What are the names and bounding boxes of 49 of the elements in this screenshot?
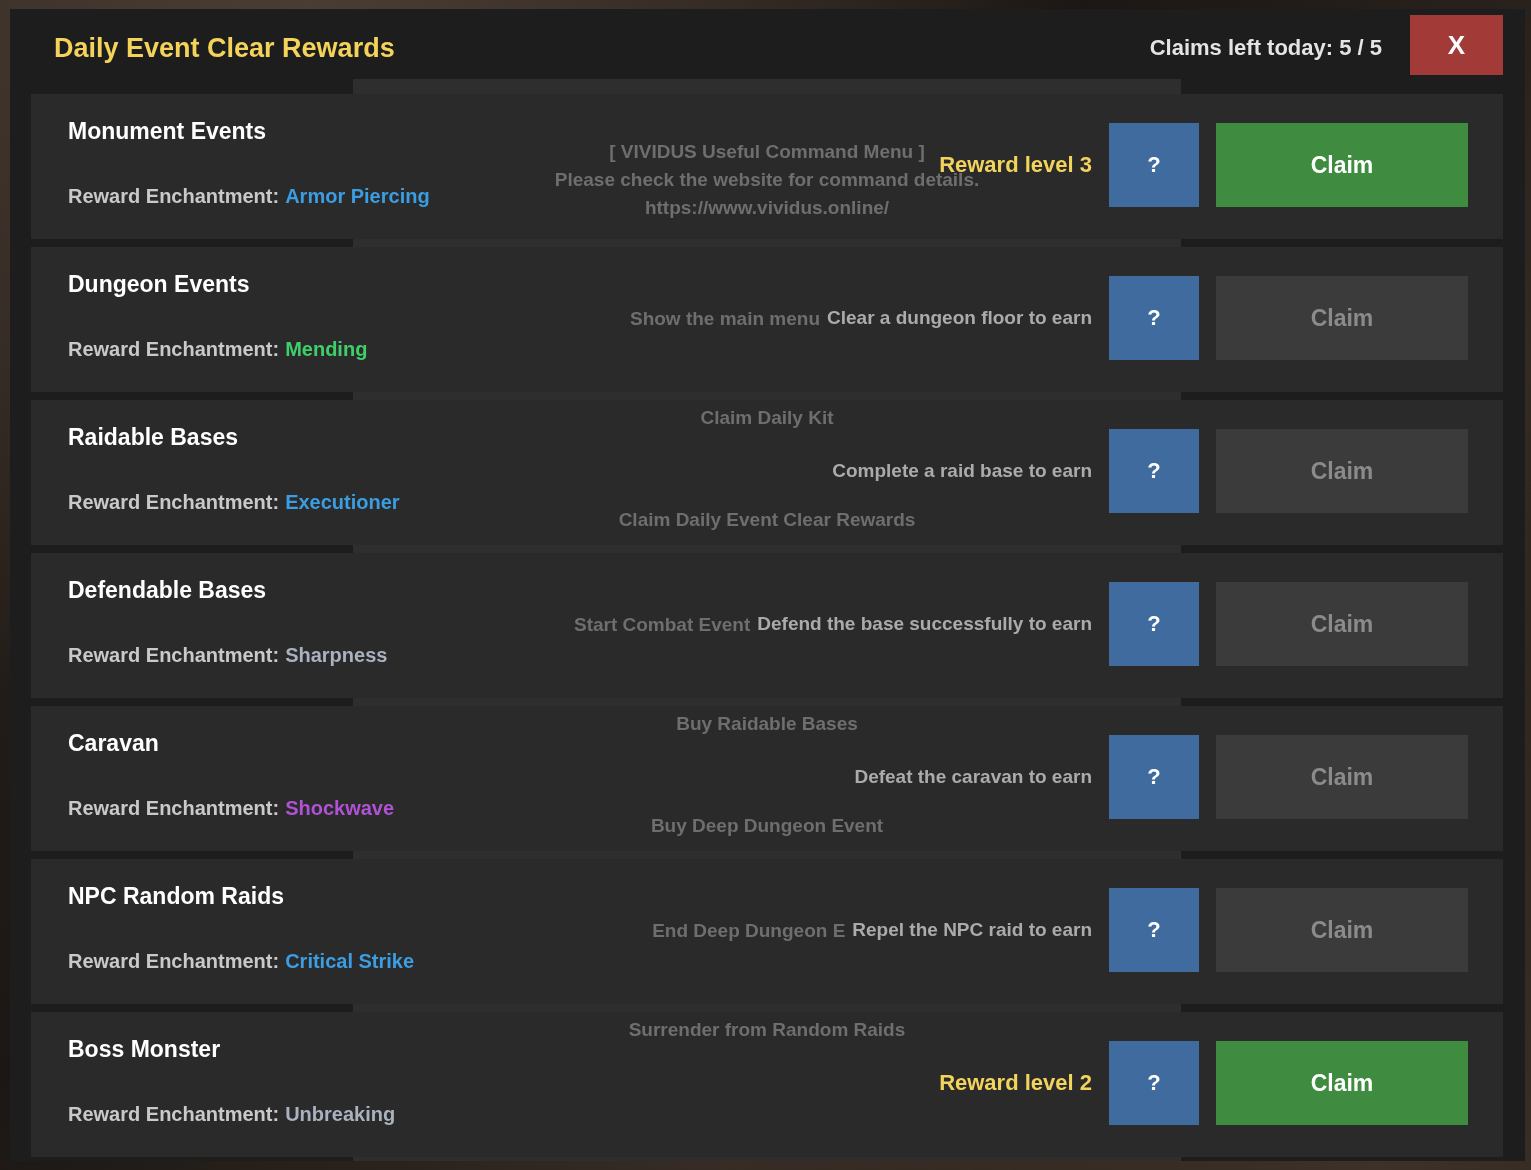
help-button[interactable]: ?	[1109, 735, 1199, 819]
event-name: Monument Events	[68, 117, 267, 145]
event-name: Caravan	[68, 729, 159, 757]
help-button[interactable]: ?	[1109, 888, 1199, 972]
reward-status-text: Reward level 2	[939, 1072, 1092, 1094]
claim-button[interactable]: Claim	[1216, 123, 1468, 207]
reward-status-text: Repel the NPC raid to earn	[852, 920, 1092, 940]
reward-status-text: Clear a dungeon floor to earn	[827, 308, 1092, 328]
help-button[interactable]: ?	[1109, 582, 1199, 666]
reward-label: Reward Enchantment:	[68, 490, 280, 514]
reward-label: Reward Enchantment:	[68, 643, 280, 667]
enchantment-name: Sharpness	[285, 643, 388, 667]
close-button[interactable]: X	[1410, 15, 1503, 75]
claims-left-counter: Claims left today: 5 / 5	[1149, 35, 1382, 61]
reward-label: Reward Enchantment:	[68, 184, 280, 208]
help-button[interactable]: ?	[1109, 429, 1199, 513]
event-name: Defendable Bases	[68, 576, 267, 604]
background-menu-text: Show the main menu	[630, 308, 820, 328]
enchantment-name: Executioner	[285, 490, 400, 514]
enchantment-name: Armor Piercing	[285, 184, 430, 208]
reward-status-text: Defeat the caravan to earn	[854, 767, 1092, 787]
background-menu-text: End Deep Dungeon E	[652, 920, 846, 940]
background-menu-text: Surrender from Random Raids	[628, 1020, 906, 1039]
help-button[interactable]: ?	[1109, 123, 1199, 207]
background-menu-text: Buy Raidable Bases	[676, 714, 858, 733]
background-menu-text: https://www.vividus.online/	[644, 198, 890, 217]
reward-status-text: Defend the base successfully to earn	[757, 614, 1092, 634]
panel-title: Daily Event Clear Rewards	[54, 33, 395, 63]
event-name: Dungeon Events	[68, 270, 250, 298]
event-name: Boss Monster	[68, 1035, 221, 1063]
help-button[interactable]: ?	[1109, 276, 1199, 360]
background-menu-text: [ VIVIDUS Useful Command Menu ]	[609, 142, 925, 161]
reward-label: Reward Enchantment:	[68, 949, 280, 973]
background-menu-text: Claim Daily Kit	[700, 408, 834, 427]
background-menu-text: Buy Deep Dungeon Event	[650, 816, 884, 835]
reward-label: Reward Enchantment:	[68, 1102, 280, 1126]
background-menu-text: Start Combat Event	[573, 614, 751, 634]
event-name: Raidable Bases	[68, 423, 239, 451]
help-button[interactable]: ?	[1109, 1041, 1199, 1125]
reward-label: Reward Enchantment:	[68, 796, 280, 820]
background-menu-text: Claim Daily Event Clear Rewards	[618, 510, 916, 529]
enchantment-name: Critical Strike	[285, 949, 415, 973]
enchantment-name: Shockwave	[285, 796, 395, 820]
event-name: NPC Random Raids	[68, 882, 284, 910]
claim-button[interactable]: Claim	[1216, 1041, 1468, 1125]
reward-status-text: Complete a raid base to earn	[832, 461, 1092, 481]
enchantment-name: Mending	[285, 337, 368, 361]
enchantment-name: Unbreaking	[285, 1102, 396, 1126]
reward-label: Reward Enchantment:	[68, 337, 280, 361]
